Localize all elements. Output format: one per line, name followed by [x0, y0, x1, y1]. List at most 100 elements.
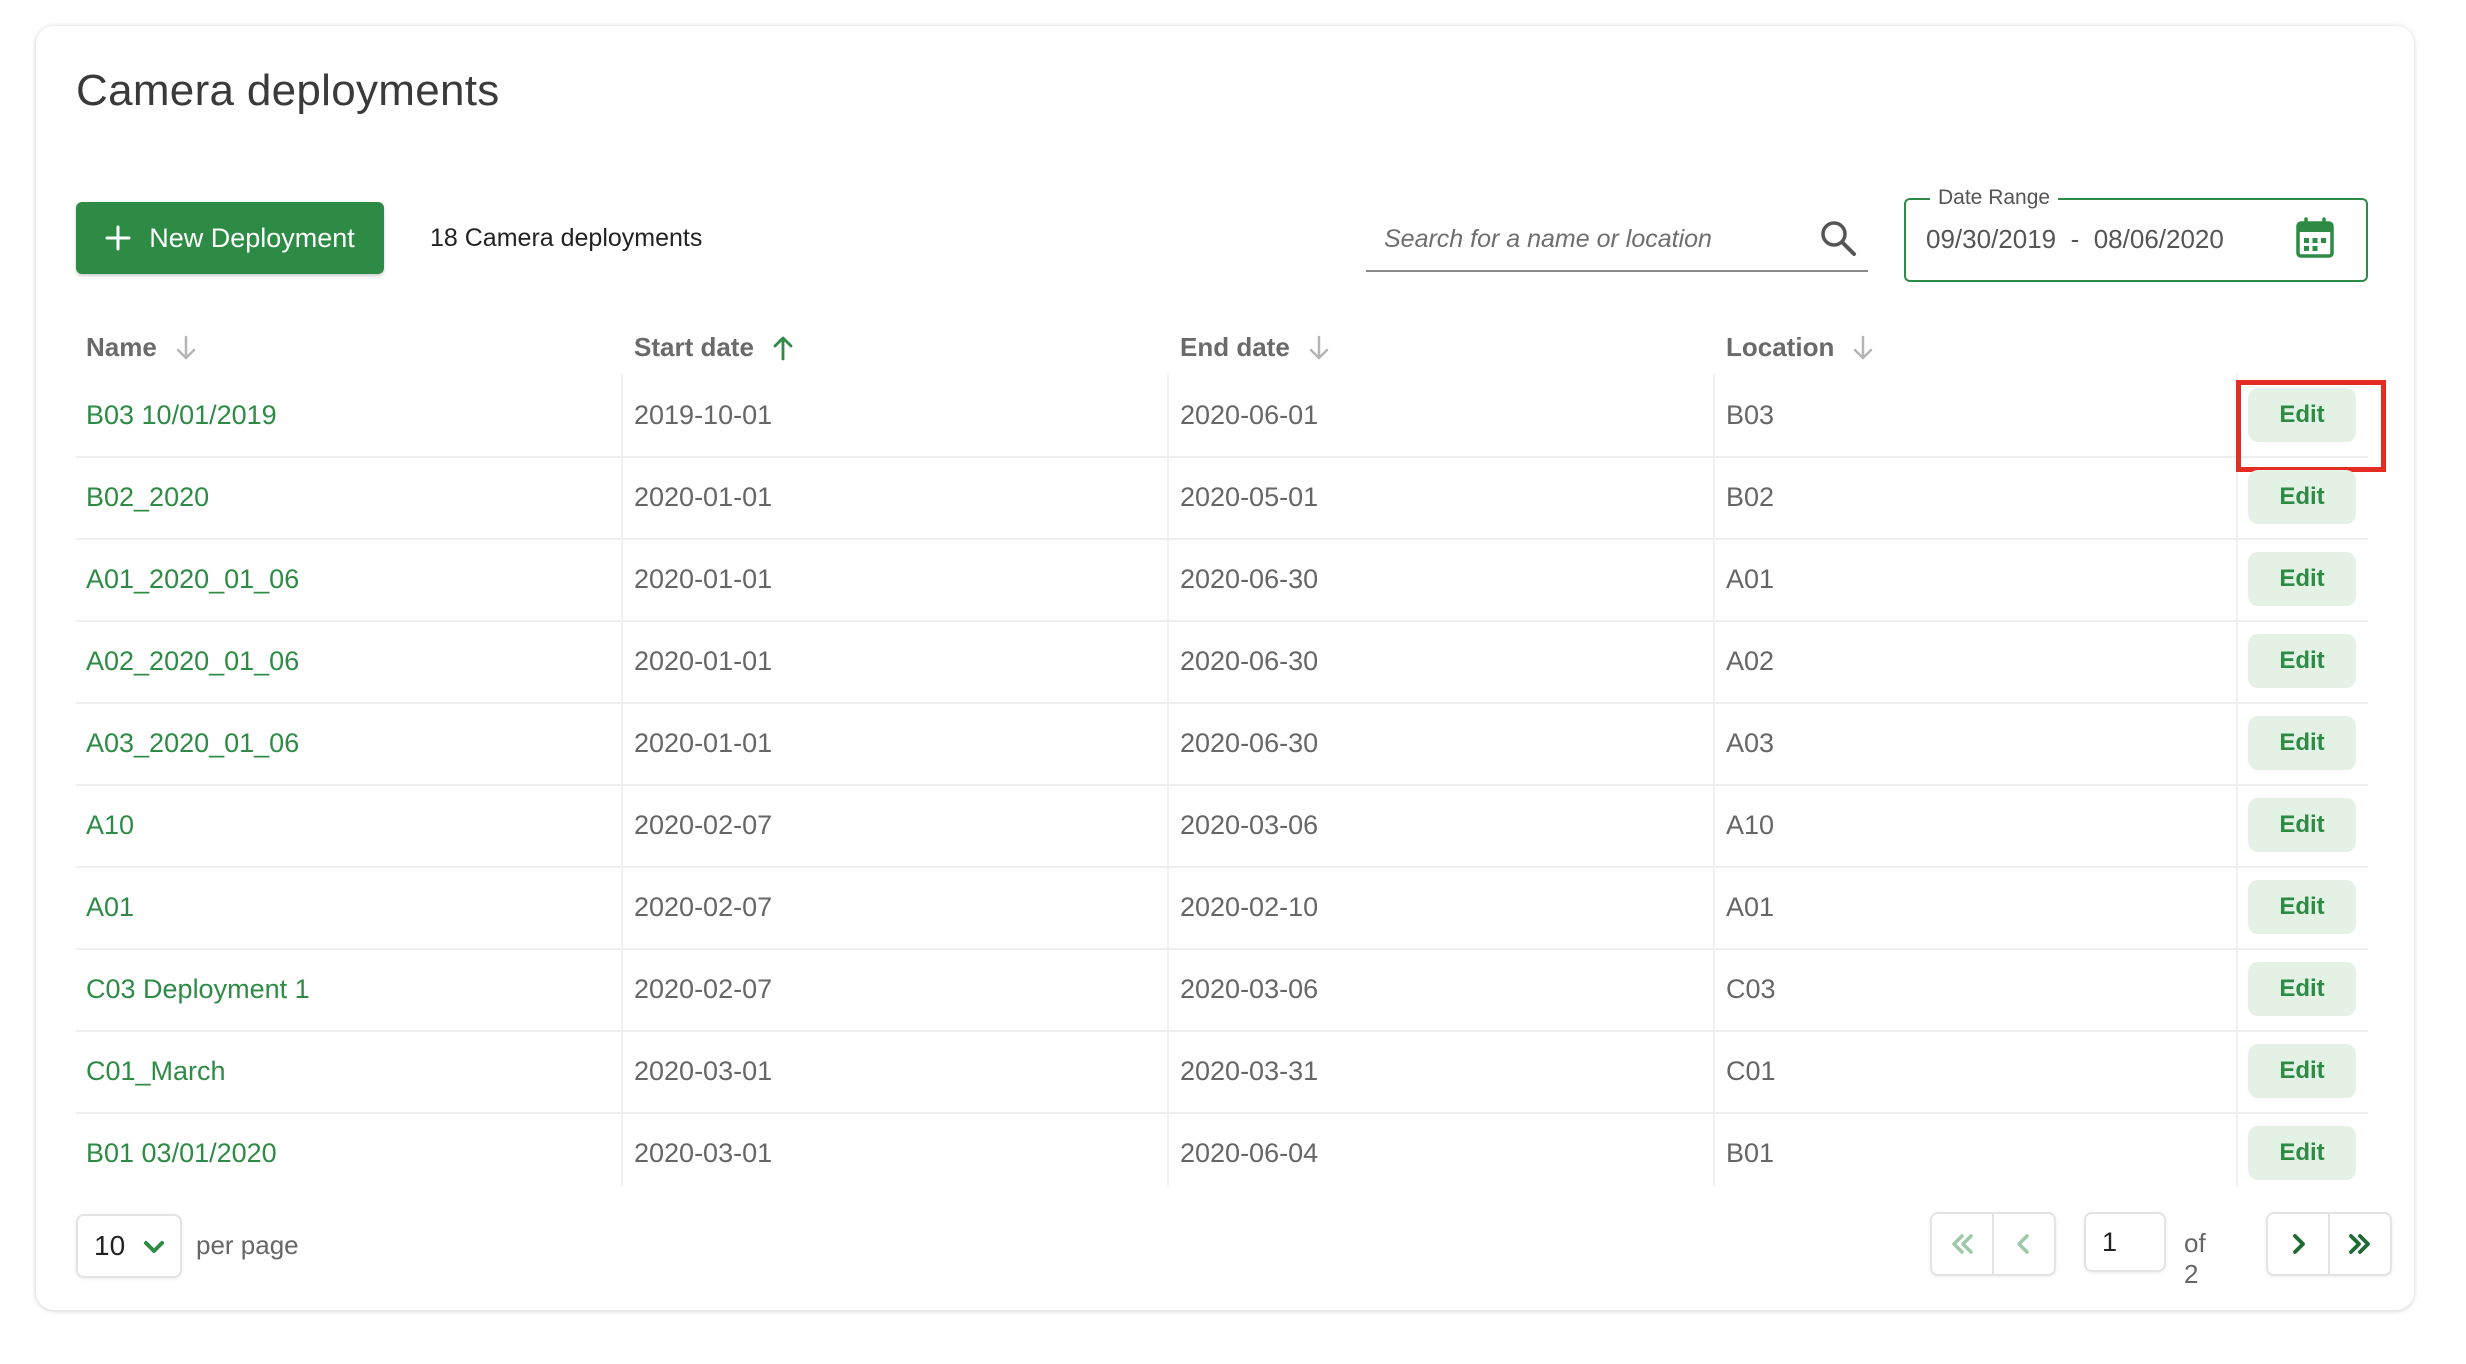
edit-button[interactable]: Edit: [2248, 962, 2356, 1016]
location-cell: C03: [1726, 973, 1776, 1004]
sort-down-icon[interactable]: [171, 333, 201, 363]
start-date-cell: 2019-10-01: [634, 399, 773, 430]
last-page-button[interactable]: [2328, 1214, 2390, 1274]
location-cell: B02: [1726, 481, 1775, 512]
edit-button[interactable]: Edit: [2248, 1126, 2356, 1180]
search-input[interactable]: [1382, 220, 1806, 258]
chevron-right-icon: [2293, 1234, 2305, 1254]
start-date-cell: 2020-03-01: [634, 1055, 773, 1086]
location-cell: A10: [1726, 809, 1775, 840]
end-date-cell: 2020-03-06: [1180, 973, 1319, 1004]
deployment-name-link[interactable]: A03_2020_01_06: [86, 702, 299, 784]
column-header-start-date[interactable]: Start date: [634, 332, 798, 363]
edit-button[interactable]: Edit: [2248, 798, 2356, 852]
date-to: 08/06/2020: [2093, 224, 2224, 254]
page-number-input[interactable]: 1: [2084, 1212, 2166, 1272]
double-chevron-left-icon: [1952, 1234, 1973, 1254]
edit-button[interactable]: Edit: [2248, 470, 2356, 524]
end-date-cell: 2020-06-30: [1180, 563, 1319, 594]
per-page-select[interactable]: 10: [76, 1214, 182, 1278]
edit-button[interactable]: Edit: [2248, 716, 2356, 770]
column-label: Start date: [634, 332, 754, 362]
deployment-name-link[interactable]: A10: [86, 784, 134, 866]
location-cell: A01: [1726, 563, 1775, 594]
search-box: [1366, 206, 1868, 272]
sort-down-icon[interactable]: [1848, 333, 1878, 363]
date-range-field[interactable]: Date Range 09/30/2019 - 08/06/2020: [1904, 186, 2368, 282]
start-date-cell: 2020-01-01: [634, 727, 773, 758]
location-cell: B01: [1726, 1137, 1775, 1168]
new-deployment-label: New Deployment: [149, 222, 355, 253]
search-icon[interactable]: [1818, 218, 1858, 258]
location-cell: A01: [1726, 891, 1775, 922]
deployment-name-link[interactable]: C03 Deployment 1: [86, 948, 310, 1030]
table-row: A10 2020-02-07 2020-03-06 A10 Edit: [76, 784, 2368, 868]
per-page-label: per page: [196, 1230, 299, 1260]
previous-page-button[interactable]: [1992, 1214, 2054, 1274]
sort-up-icon[interactable]: [768, 333, 798, 363]
deployment-count: 18 Camera deployments: [430, 224, 703, 252]
edit-button[interactable]: Edit: [2248, 1044, 2356, 1098]
start-date-cell: 2020-01-01: [634, 481, 773, 512]
location-cell: C01: [1726, 1055, 1776, 1086]
column-label: Name: [86, 332, 157, 362]
sort-down-icon[interactable]: [1304, 333, 1334, 363]
calendar-icon[interactable]: [2294, 216, 2336, 260]
table-row: A01 2020-02-07 2020-02-10 A01 Edit: [76, 866, 2368, 950]
end-date-cell: 2020-06-04: [1180, 1137, 1319, 1168]
location-cell: B03: [1726, 399, 1775, 430]
start-date-cell: 2020-03-01: [634, 1137, 773, 1168]
table-row: B01 03/01/2020 2020-03-01 2020-06-04 B01…: [76, 1112, 2368, 1194]
table-row: B03 10/01/2019 2019-10-01 2020-06-01 B03…: [76, 374, 2386, 472]
start-date-cell: 2020-02-07: [634, 973, 773, 1004]
table-row: A01_2020_01_06 2020-01-01 2020-06-30 A01…: [76, 538, 2368, 622]
end-date-cell: 2020-02-10: [1180, 891, 1319, 922]
start-date-cell: 2020-01-01: [634, 563, 773, 594]
chevron-left-icon: [2017, 1234, 2029, 1254]
deployment-name-link[interactable]: B03 10/01/2019: [86, 374, 277, 456]
edit-button[interactable]: Edit: [2248, 388, 2356, 442]
column-header-name[interactable]: Name: [86, 332, 201, 363]
table-row: A03_2020_01_06 2020-01-01 2020-06-30 A03…: [76, 702, 2368, 786]
double-chevron-right-icon: [2349, 1234, 2370, 1254]
location-cell: A02: [1726, 645, 1775, 676]
column-label: Location: [1726, 332, 1835, 362]
deployment-name-link[interactable]: B01 03/01/2020: [86, 1112, 277, 1194]
table-row: B02_2020 2020-01-01 2020-05-01 B02 Edit: [76, 456, 2368, 540]
deployment-name-link[interactable]: A01: [86, 866, 134, 948]
edit-button[interactable]: Edit: [2248, 880, 2356, 934]
deployment-name-link[interactable]: A01_2020_01_06: [86, 538, 299, 620]
pagination-prev-group: [1930, 1212, 2056, 1276]
table-header: Name Start date End date Location: [76, 318, 2368, 374]
deployment-name-link[interactable]: B02_2020: [86, 456, 209, 538]
end-date-cell: 2020-03-06: [1180, 809, 1319, 840]
per-page-value: 10: [94, 1230, 126, 1261]
edit-button[interactable]: Edit: [2248, 552, 2356, 606]
date-range-values: 09/30/2019 - 08/06/2020: [1926, 224, 2224, 255]
column-header-end-date[interactable]: End date: [1180, 332, 1334, 363]
deployment-name-link[interactable]: C01_March: [86, 1030, 226, 1112]
column-label: End date: [1180, 332, 1290, 362]
plus-icon: [105, 225, 131, 251]
pagination-next-group: [2266, 1212, 2392, 1276]
first-page-button[interactable]: [1932, 1214, 1992, 1274]
end-date-cell: 2020-05-01: [1180, 481, 1319, 512]
end-date-cell: 2020-06-30: [1180, 727, 1319, 758]
end-date-cell: 2020-06-30: [1180, 645, 1319, 676]
table-row: C01_March 2020-03-01 2020-03-31 C01 Edit: [76, 1030, 2368, 1114]
end-date-cell: 2020-06-01: [1180, 399, 1319, 430]
table-row: A02_2020_01_06 2020-01-01 2020-06-30 A02…: [76, 620, 2368, 704]
next-page-button[interactable]: [2268, 1214, 2328, 1274]
end-date-cell: 2020-03-31: [1180, 1055, 1319, 1086]
location-cell: A03: [1726, 727, 1775, 758]
deployment-name-link[interactable]: A02_2020_01_06: [86, 620, 299, 702]
date-range-label: Date Range: [1930, 186, 2059, 210]
chevron-down-icon: [144, 1241, 164, 1253]
column-header-location[interactable]: Location: [1726, 332, 1878, 363]
deployments-card: Camera deployments New Deployment 18 Cam…: [36, 26, 2414, 1310]
table-row: C03 Deployment 1 2020-02-07 2020-03-06 C…: [76, 948, 2368, 1032]
page-title: Camera deployments: [76, 66, 500, 115]
start-date-cell: 2020-02-07: [634, 809, 773, 840]
edit-button[interactable]: Edit: [2248, 634, 2356, 688]
new-deployment-button[interactable]: New Deployment: [76, 202, 384, 274]
